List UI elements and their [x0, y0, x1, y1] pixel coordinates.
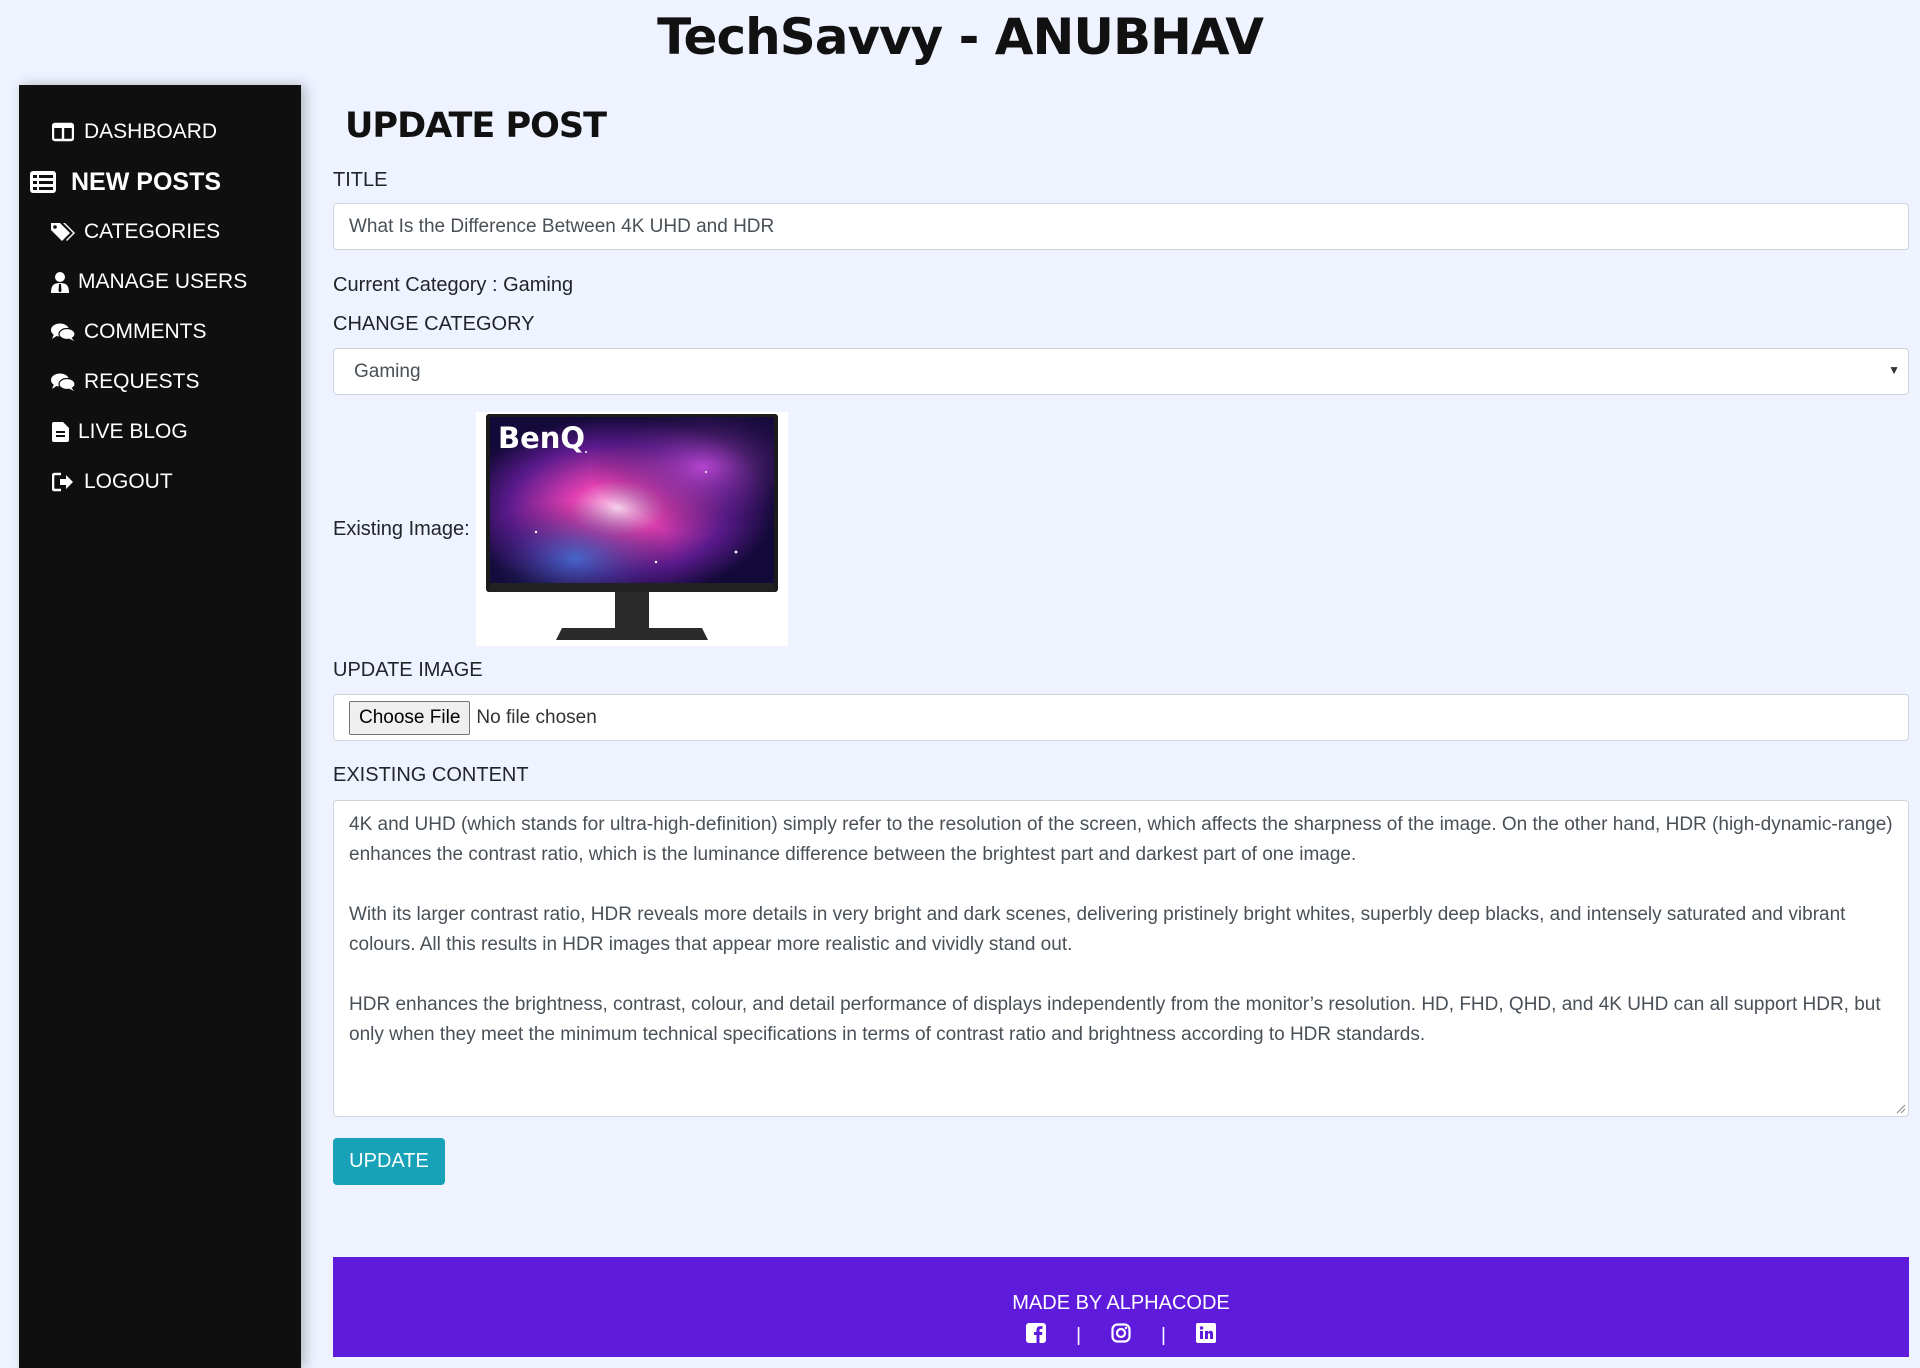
sign-out-icon: [50, 469, 76, 495]
existing-content-label: EXISTING CONTENT: [333, 764, 529, 786]
update-image-label: UPDATE IMAGE: [333, 659, 483, 681]
category-select[interactable]: Gaming ▼: [333, 348, 1909, 395]
update-button[interactable]: UPDATE: [333, 1138, 445, 1185]
content-paragraph: With its larger contrast ratio, HDR reve…: [349, 904, 1846, 955]
blog-file-icon: [50, 419, 70, 445]
resize-handle-icon[interactable]: [1894, 1102, 1906, 1114]
no-file-text: No file chosen: [476, 706, 597, 728]
sidebar-item-manage-users[interactable]: MANAGE USERS: [19, 257, 301, 307]
comments-icon: [50, 369, 76, 395]
site-title: TechSavvy - ANUBHAV: [657, 8, 1264, 66]
content-textarea[interactable]: 4K and UHD (which stands for ultra-high-…: [333, 800, 1909, 1117]
existing-image: BenQ: [475, 412, 788, 646]
sidebar-item-new-posts[interactable]: NEW POSTS: [19, 157, 301, 207]
user-icon: [50, 269, 70, 295]
sidebar-item-live-blog[interactable]: LIVE BLOG: [19, 407, 301, 457]
monitor-image: BenQ: [485, 414, 778, 640]
file-input[interactable]: Choose File No file chosen: [333, 694, 1909, 741]
columns-icon: [50, 119, 76, 145]
content-paragraph: HDR enhances the brightness, contrast, c…: [349, 994, 1881, 1045]
sidebar-item-dashboard[interactable]: DASHBOARD: [19, 107, 301, 157]
sidebar-item-label: NEW POSTS: [71, 167, 222, 196]
existing-image-row: Existing Image: BenQ: [333, 412, 1909, 646]
sidebar-item-label: MANAGE USERS: [78, 270, 248, 293]
update-post-form: UPDATE POST TITLE What Is the Difference…: [333, 100, 1909, 1185]
facebook-icon[interactable]: [1026, 1323, 1047, 1348]
sidebar-item-label: DASHBOARD: [84, 120, 218, 143]
footer-credit: MADE BY ALPHACODE: [1012, 1292, 1230, 1314]
page-title: UPDATE POST: [345, 106, 607, 146]
sidebar-item-requests[interactable]: REQUESTS: [19, 357, 301, 407]
linkedin-icon[interactable]: [1195, 1323, 1216, 1348]
sidebar-item-comments[interactable]: COMMENTS: [19, 307, 301, 357]
category-select-value: Gaming: [354, 360, 421, 382]
tags-icon: [50, 219, 76, 245]
choose-file-button[interactable]: Choose File: [349, 700, 471, 735]
image-brand-text: BenQ: [498, 421, 585, 455]
sidebar-item-label: COMMENTS: [84, 320, 207, 343]
footer-separator: |: [1076, 1324, 1081, 1346]
content-paragraph: 4K and UHD (which stands for ultra-high-…: [349, 814, 1893, 865]
footer: MADE BY ALPHACODE | |: [333, 1257, 1909, 1357]
instagram-icon[interactable]: [1111, 1323, 1131, 1348]
title-input[interactable]: What Is the Difference Between 4K UHD an…: [333, 203, 1909, 250]
sidebar-item-label: CATEGORIES: [84, 220, 221, 243]
sidebar-item-categories[interactable]: CATEGORIES: [19, 207, 301, 257]
change-category-label: CHANGE CATEGORY: [333, 313, 535, 335]
existing-image-label: Existing Image:: [333, 517, 470, 540]
list-icon: [29, 169, 57, 195]
comments-icon: [50, 319, 76, 345]
sidebar-item-label: LIVE BLOG: [78, 420, 188, 443]
footer-separator: |: [1161, 1324, 1166, 1346]
sidebar-item-label: LOGOUT: [84, 470, 173, 493]
sidebar-item-logout[interactable]: LOGOUT: [19, 457, 301, 507]
title-label: TITLE: [333, 169, 388, 191]
chevron-down-icon: ▼: [1888, 363, 1900, 377]
sidebar: DASHBOARD NEW POSTS CATEGORIES MANAGE US…: [19, 85, 301, 1368]
current-category-text: Current Category : Gaming: [333, 274, 574, 296]
sidebar-item-label: REQUESTS: [84, 370, 200, 393]
footer-social-links: | |: [333, 1323, 1909, 1348]
